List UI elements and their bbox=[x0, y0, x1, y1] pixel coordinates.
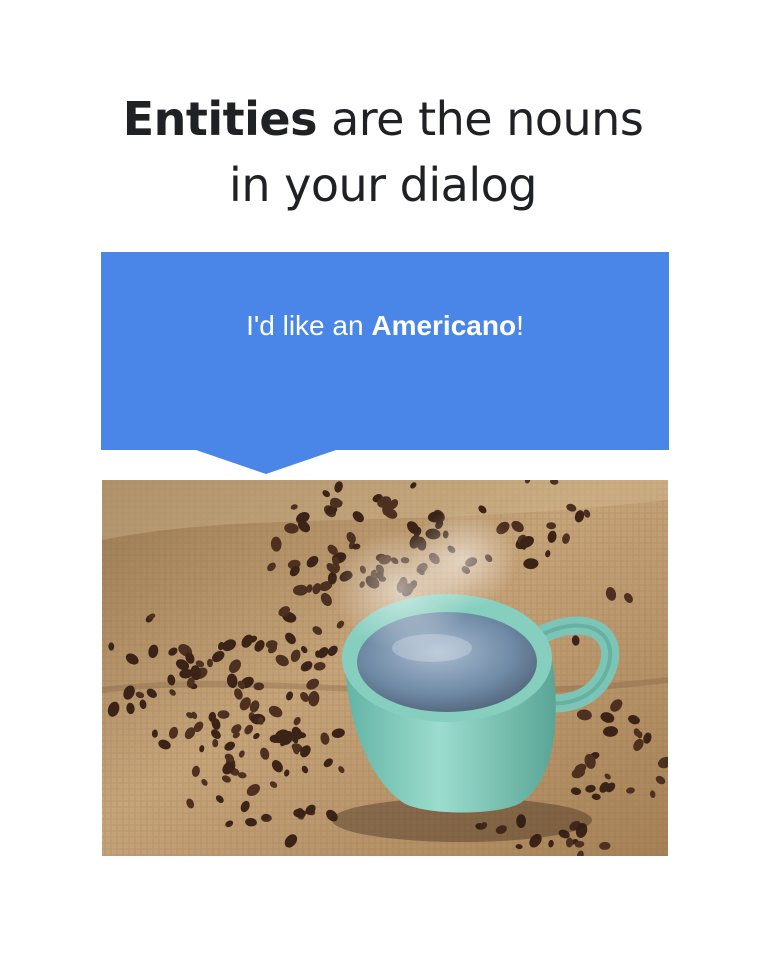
speech-suffix: ! bbox=[516, 310, 524, 341]
speech-entity: Americano bbox=[371, 310, 517, 341]
headline-line-1: Entities are the nouns bbox=[0, 86, 766, 152]
coffee-bean bbox=[269, 734, 282, 743]
headline-line-1-rest: are the nouns bbox=[316, 92, 644, 146]
speech-prefix: I'd like an bbox=[246, 310, 372, 341]
headline-keyword: Entities bbox=[122, 92, 318, 146]
coffee-bean bbox=[212, 739, 219, 748]
coffee-cup-illustration bbox=[102, 480, 668, 856]
headline: Entities are the nouns in your dialog bbox=[0, 86, 766, 218]
coffee-photo bbox=[102, 480, 668, 856]
speech-bubble-tail bbox=[196, 450, 336, 474]
headline-line-2: in your dialog bbox=[229, 158, 537, 212]
speech-bubble-text: I'd like an Americano! bbox=[101, 309, 669, 343]
speech-bubble: I'd like an Americano! bbox=[101, 252, 669, 450]
